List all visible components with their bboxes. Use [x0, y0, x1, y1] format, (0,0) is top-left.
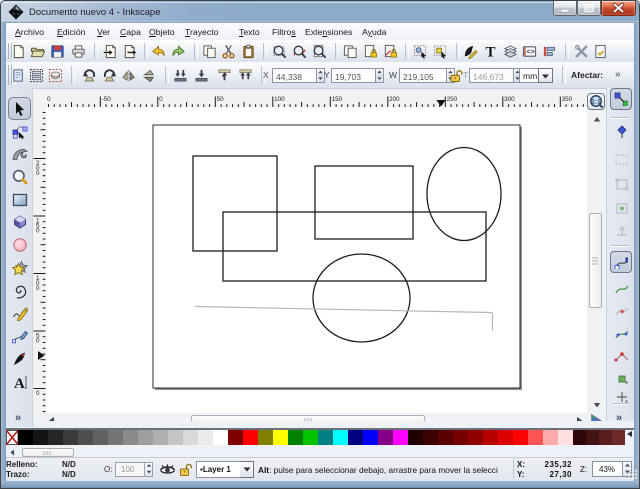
svg-text:T: T — [485, 44, 495, 58]
svg-text:200: 200 — [389, 96, 400, 103]
svg-text:0: 0 — [36, 228, 40, 235]
svg-text:0: 0 — [159, 96, 163, 103]
svg-text:300: 300 — [504, 96, 515, 103]
svg-text:1:1: 1:1 — [591, 99, 601, 106]
svg-text:0: 0 — [36, 390, 40, 397]
svg-text:0: 0 — [36, 170, 40, 177]
svg-text:350: 350 — [562, 96, 573, 103]
svg-text:150: 150 — [332, 96, 343, 103]
svg-text:0: 0 — [36, 338, 40, 345]
svg-text:0: 0 — [47, 96, 51, 103]
svg-text:-50: -50 — [102, 96, 112, 103]
svg-text:<>: <> — [526, 49, 534, 57]
svg-text:0: 0 — [36, 285, 40, 292]
svg-text:50: 50 — [217, 96, 225, 103]
svg-text:100: 100 — [274, 96, 285, 103]
svg-text:A: A — [14, 376, 25, 390]
svg-text:250: 250 — [447, 96, 458, 103]
